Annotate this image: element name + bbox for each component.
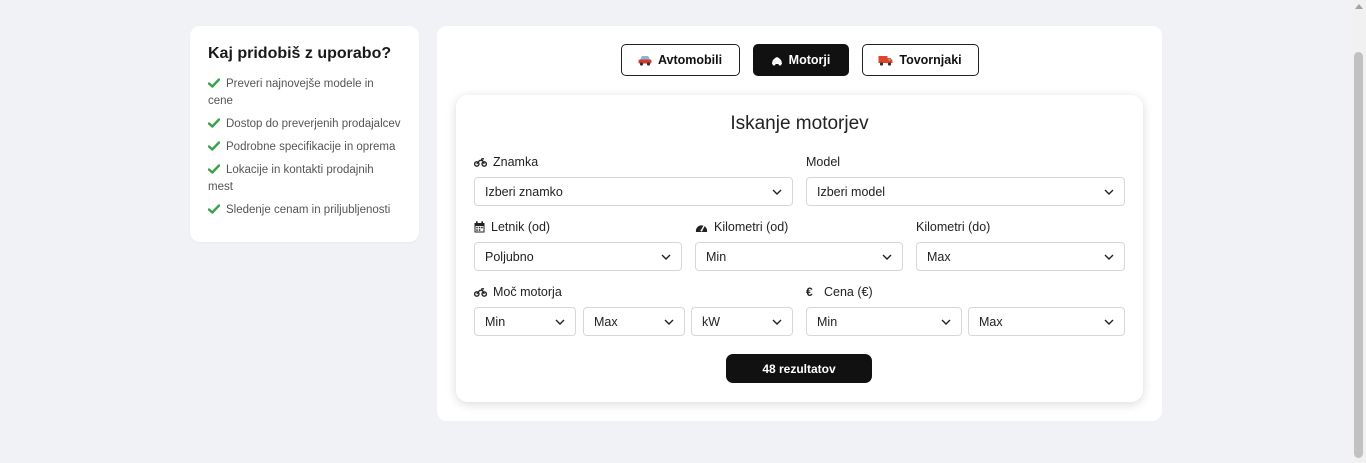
truck-icon bbox=[878, 55, 893, 66]
search-title: Iskanje motorjev bbox=[730, 113, 869, 134]
km-from-select[interactable]: Min bbox=[695, 242, 903, 271]
tab-trucks[interactable]: Tovornjaki bbox=[861, 44, 979, 76]
tab-motorcycles[interactable]: Motorji bbox=[752, 44, 849, 76]
speedometer-icon bbox=[695, 224, 708, 232]
chevron-down-icon bbox=[661, 254, 671, 260]
power-max-select[interactable]: Max bbox=[583, 307, 685, 336]
km-from-label: Kilometri (od) bbox=[695, 220, 788, 234]
scroll-up-arrow-icon[interactable] bbox=[1355, 4, 1363, 9]
chevron-down-icon bbox=[1104, 319, 1114, 325]
model-select[interactable]: Izberi model bbox=[806, 177, 1125, 206]
check-icon bbox=[208, 118, 220, 128]
motorcycle-icon bbox=[474, 157, 487, 167]
chevron-down-icon bbox=[941, 319, 951, 325]
search-panel: Iskanje motorjev Znamka Izberi znamko Mo… bbox=[456, 95, 1143, 402]
calendar-icon bbox=[474, 221, 485, 233]
chevron-down-icon bbox=[772, 189, 782, 195]
brand-select[interactable]: Izberi znamko bbox=[474, 177, 793, 206]
check-icon bbox=[208, 204, 220, 214]
power-label: Moč motorja bbox=[474, 285, 562, 299]
price-label: € Cena (€) bbox=[806, 285, 873, 299]
benefits-list: Preveri najnovejše modele in cene Dostop… bbox=[208, 76, 401, 219]
power-unit-select[interactable]: kW bbox=[691, 307, 793, 336]
vehicle-tabs: Avtomobili Motorji Tovornjaki bbox=[437, 44, 1162, 76]
benefit-item: Dostop do preverjenih prodajalcev bbox=[208, 116, 401, 133]
benefit-item: Lokacije in kontakti prodajnih mest bbox=[208, 164, 374, 193]
scrollbar-thumb[interactable] bbox=[1354, 52, 1363, 458]
benefit-item: Podrobne specifikacije in oprema bbox=[208, 139, 401, 156]
tab-motorcycles-label: Motorji bbox=[788, 53, 831, 67]
benefit-item: Sledenje cenam in priljubljenosti bbox=[208, 202, 401, 219]
search-card: Avtomobili Motorji Tovornjaki Iskanje mo… bbox=[437, 26, 1162, 421]
check-icon bbox=[208, 78, 220, 88]
benefits-card: Kaj pridobiš z uporabo? Preveri najnovej… bbox=[190, 26, 419, 242]
price-min-select[interactable]: Min bbox=[806, 307, 962, 336]
brand-label: Znamka bbox=[474, 155, 538, 169]
check-icon bbox=[208, 141, 220, 151]
price-max-select[interactable]: Max bbox=[968, 307, 1125, 336]
chevron-down-icon bbox=[772, 319, 782, 325]
euro-icon: € bbox=[806, 285, 813, 299]
km-to-select[interactable]: Max bbox=[916, 242, 1125, 271]
car-icon bbox=[638, 55, 652, 66]
chevron-down-icon bbox=[1104, 254, 1114, 260]
model-label: Model bbox=[806, 155, 841, 169]
motorcycle-icon bbox=[771, 56, 782, 65]
year-from-select[interactable]: Poljubno bbox=[474, 242, 682, 271]
tab-cars-label: Avtomobili bbox=[657, 53, 723, 67]
year-from-label: Letnik (od) bbox=[474, 220, 550, 234]
page-scrollbar[interactable] bbox=[1351, 0, 1366, 463]
benefit-item: Preveri najnovejše modele in cene bbox=[208, 78, 374, 107]
chevron-down-icon bbox=[664, 319, 674, 325]
km-to-label: Kilometri (do) bbox=[916, 220, 991, 234]
check-icon bbox=[208, 164, 220, 174]
tab-trucks-label: Tovornjaki bbox=[899, 53, 962, 67]
tab-cars[interactable]: Avtomobili bbox=[620, 44, 740, 76]
chevron-down-icon bbox=[882, 254, 892, 260]
power-min-select[interactable]: Min bbox=[474, 307, 576, 336]
chevron-down-icon bbox=[555, 319, 565, 325]
chevron-down-icon bbox=[1104, 189, 1114, 195]
show-results-button[interactable]: 48 rezultatov bbox=[726, 354, 872, 383]
motorcycle-icon bbox=[474, 287, 487, 297]
benefits-title: Kaj pridobiš z uporabo? bbox=[208, 45, 392, 62]
